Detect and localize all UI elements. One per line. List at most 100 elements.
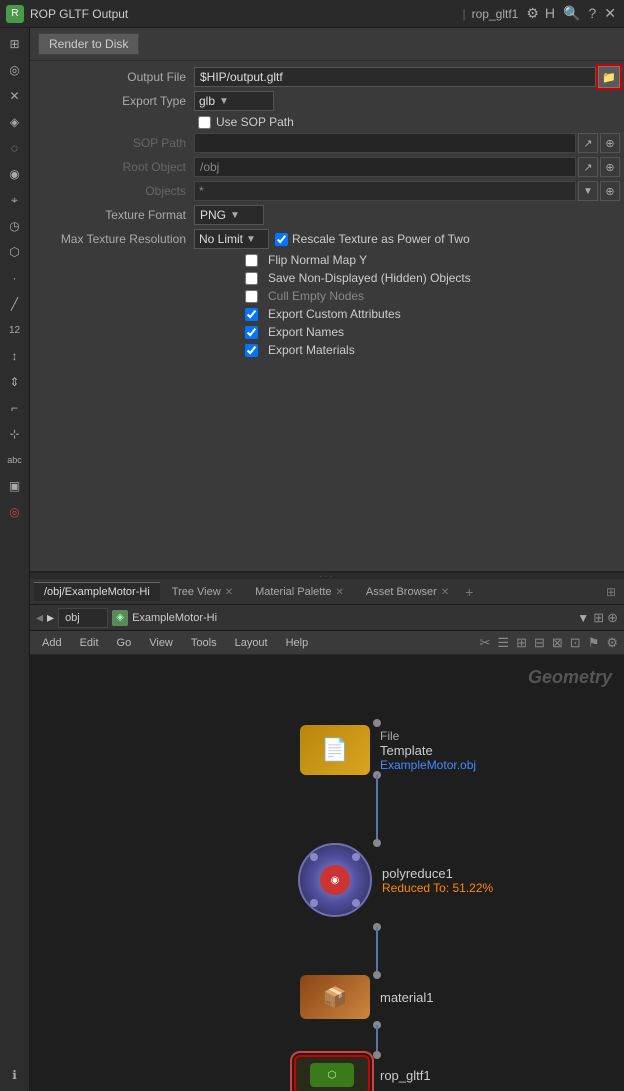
max-texture-res-dropdown[interactable]: No Limit ▼ (194, 229, 269, 249)
export-names-checkbox[interactable] (245, 326, 258, 339)
tab-asset-browser[interactable]: Asset Browser ✕ (356, 582, 459, 601)
sidebar-item-updown2[interactable]: ⇕ (3, 370, 27, 394)
use-sop-path-row: Use SOP Path (30, 113, 624, 131)
sidebar-item-12[interactable]: 12 (3, 318, 27, 342)
max-texture-res-row: Max Texture Resolution No Limit ▼ Rescal… (30, 227, 624, 251)
menu-scissors-icon[interactable]: ✂ (478, 634, 493, 652)
sidebar-item-diamond[interactable]: ◈ (3, 110, 27, 134)
cull-empty-checkbox[interactable] (245, 290, 258, 303)
sidebar-item-text[interactable]: abc (3, 448, 27, 472)
file-browser-button[interactable]: 📁 (598, 66, 620, 88)
sidebar-item-grid[interactable]: ⊞ (3, 32, 27, 56)
export-type-dropdown[interactable]: glb ▼ (194, 91, 274, 111)
max-texture-res-label: Max Texture Resolution (34, 232, 194, 246)
material-title: material1 (380, 990, 433, 1005)
sidebar-item-target[interactable]: ◉ (3, 162, 27, 186)
tab-material-palette[interactable]: Material Palette ✕ (245, 582, 354, 601)
tab-tree-view-close-icon[interactable]: ✕ (225, 587, 233, 598)
output-file-input[interactable] (194, 67, 596, 87)
node-rop-gltf[interactable]: ⬡ rop_gltf1 (294, 1055, 431, 1091)
node-material1[interactable]: 📦 material1 (300, 975, 433, 1019)
export-custom-checkbox[interactable] (245, 308, 258, 321)
breadcrumb-obj-label: obj (65, 612, 80, 624)
root-object-label: Root Object (34, 160, 194, 174)
sidebar-item-hex[interactable]: ⬡ (3, 240, 27, 264)
menu-grid3-icon[interactable]: ⊠ (550, 634, 565, 652)
settings-icon[interactable]: ⚙ (526, 5, 539, 22)
sidebar-item-x[interactable]: ✕ (3, 84, 27, 108)
menu-tools[interactable]: Tools (183, 635, 225, 651)
menu-edit[interactable]: Edit (72, 635, 107, 651)
breadcrumb-action1-button[interactable]: ⊞ (593, 610, 604, 626)
tab-grid-button[interactable]: ⊞ (602, 583, 620, 601)
menu-add[interactable]: Add (34, 635, 70, 651)
file-template-type: File (380, 729, 476, 743)
sidebar-item-slash[interactable]: ╱ (3, 292, 27, 316)
breadcrumb-action2-button[interactable]: ⊕ (607, 610, 618, 626)
polyreduce-label: polyreduce1 Reduced To: 51.22% (382, 866, 493, 895)
menu-grid4-icon[interactable]: ⊡ (568, 634, 583, 652)
node-graph[interactable]: Geometry (30, 655, 624, 1091)
node-file-template[interactable]: 📄 File Template ExampleMotor.obj (300, 725, 476, 775)
rescale-texture-checkbox[interactable] (275, 233, 288, 246)
flip-normal-map-checkbox[interactable] (245, 254, 258, 267)
sidebar-item-clock[interactable]: ◷ (3, 214, 27, 238)
node-polyreduce[interactable]: ◉ polyreduce1 Reduced To: 51.22% (298, 843, 493, 917)
render-to-disk-button[interactable]: Render to Disk (38, 33, 139, 55)
sidebar-item-crosshair[interactable]: ⌖ (3, 188, 27, 212)
export-type-value: glb ▼ (194, 91, 620, 111)
sidebar-item-dashed[interactable]: ◌ (3, 136, 27, 160)
export-materials-row: Export Materials (245, 341, 624, 359)
tab-asset-browser-close-icon[interactable]: ✕ (441, 587, 449, 598)
output-file-label: Output File (34, 70, 194, 84)
export-materials-checkbox[interactable] (245, 344, 258, 357)
tabs-bar: /obj/ExampleMotor-Hi Tree View ✕ Materia… (30, 579, 624, 605)
menu-grid-icon[interactable]: ⊞ (514, 634, 529, 652)
menu-flag-icon[interactable]: ⚑ (586, 634, 602, 652)
max-res-arrow-icon: ▼ (246, 234, 256, 245)
save-hidden-label: Save Non-Displayed (Hidden) Objects (268, 271, 471, 285)
breadcrumb-obj-path[interactable]: obj (58, 608, 108, 628)
title-bar: R ROP GLTF Output | rop_gltf1 ⚙ H 🔍 ? ✕ (0, 0, 624, 28)
tab-tree-view[interactable]: Tree View ✕ (162, 582, 243, 601)
sidebar-item-star[interactable]: ⊹ (3, 422, 27, 446)
nav-fwd-button[interactable]: ▸ (47, 609, 54, 626)
sidebar-item-bottom[interactable]: ℹ (3, 1063, 27, 1087)
texture-format-dropdown[interactable]: PNG ▼ (194, 205, 264, 225)
menu-layout[interactable]: Layout (227, 635, 276, 651)
sidebar-item-corner[interactable]: ⌐ (3, 396, 27, 420)
breadcrumb-dropdown-button[interactable]: ▼ (577, 611, 589, 625)
question-icon[interactable]: ? (588, 5, 596, 22)
export-custom-label: Export Custom Attributes (268, 307, 401, 321)
export-names-row: Export Names (245, 323, 624, 341)
sidebar-item-geo[interactable]: ◎ (3, 500, 27, 524)
sidebar-item-updown[interactable]: ↕ (3, 344, 27, 368)
menu-help[interactable]: Help (278, 635, 317, 651)
use-sop-path-check-label[interactable]: Use SOP Path (198, 113, 294, 131)
nav-back-button[interactable]: ◂ (36, 609, 43, 626)
menu-view[interactable]: View (141, 635, 181, 651)
use-sop-path-checkbox[interactable] (198, 116, 211, 129)
root-object-input (194, 157, 576, 177)
tab-material-palette-label: Material Palette (255, 586, 331, 598)
help-h-icon[interactable]: H (545, 5, 555, 22)
rop-gltf-inner: ⬡ (310, 1063, 354, 1087)
tab-example-motor[interactable]: /obj/ExampleMotor-Hi (34, 582, 160, 601)
tab-add-button[interactable]: + (461, 584, 477, 600)
tab-material-palette-close-icon[interactable]: ✕ (336, 587, 344, 598)
sidebar-item-dot[interactable]: · (3, 266, 27, 290)
search-icon[interactable]: 🔍 (563, 5, 580, 22)
menu-grid2-icon[interactable]: ⊟ (532, 634, 547, 652)
root-obj-browse-btn: ⊕ (600, 157, 620, 177)
menu-settings-icon[interactable]: ⚙ (604, 634, 620, 652)
menu-list-icon[interactable]: ☰ (495, 634, 511, 652)
sop-path-jump-btn: ↗ (578, 133, 598, 153)
sop-path-value: ↗ ⊕ (194, 133, 620, 153)
save-hidden-checkbox[interactable] (245, 272, 258, 285)
sidebar-item-display[interactable]: ▣ (3, 474, 27, 498)
menu-go[interactable]: Go (109, 635, 140, 651)
sidebar-item-circle[interactable]: ◎ (3, 58, 27, 82)
close-icon[interactable]: ✕ (604, 5, 616, 22)
menu-icon-bar: ✂ ☰ ⊞ ⊟ ⊠ ⊡ ⚑ ⚙ (478, 634, 621, 652)
output-file-row: Output File 📁 (30, 65, 624, 89)
